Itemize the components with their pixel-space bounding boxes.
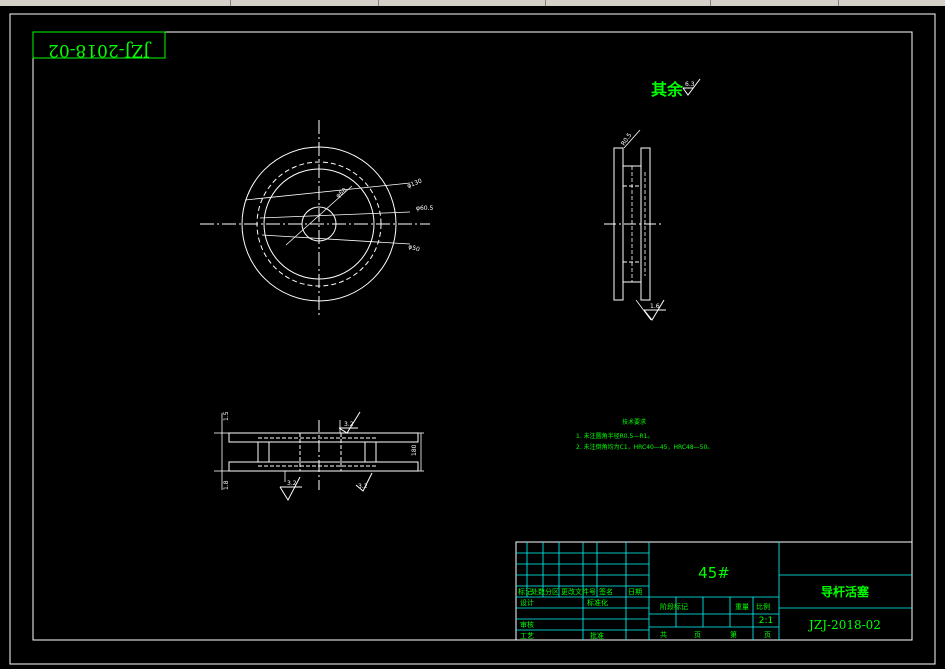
dim-1-5: 1.5 xyxy=(223,411,230,421)
roughness-mark-top: 3.2 xyxy=(344,421,354,428)
title-block-drawing-no: JZJ-2018-02 xyxy=(807,618,881,632)
header-process: 工艺 xyxy=(520,632,534,640)
header-scale: 比例 xyxy=(756,602,770,611)
header-sheet: 页 xyxy=(694,631,701,639)
sheet-inner-border xyxy=(32,31,913,641)
title-block-part-name: 导杆活塞 xyxy=(821,584,870,599)
header-review: 审核 xyxy=(520,620,534,629)
tech-req-item-2: 2. 未注倒角均为C1，HRC40—45，HRC48—50。 xyxy=(576,443,713,451)
dim-phi60-5: φ60.5 xyxy=(416,205,434,212)
mirrored-stamp-text: JZJ-2018-02 xyxy=(48,40,152,60)
roughness-general-value: 6.3 xyxy=(685,81,695,88)
drawing-sheet: JZJ-2018-02 其余 6.3 φ130 φ68 φ60.5 φ50 R0… xyxy=(9,13,936,665)
header-page: 页 xyxy=(764,631,771,639)
header-count: 处数 xyxy=(531,587,545,596)
header-approve: 批准 xyxy=(590,631,604,640)
header-mark: 标记 xyxy=(518,587,532,596)
cad-drawing-canvas[interactable]: JZJ-2018-02 其余 6.3 φ130 φ68 φ60.5 φ50 R0… xyxy=(0,6,945,669)
roughness-mark-small: 3.2 xyxy=(358,483,368,490)
header-weight: 重量 xyxy=(735,603,749,611)
title-block-scale-value: 2:1 xyxy=(759,616,773,626)
dim-phi130: φ130 xyxy=(406,178,423,190)
header-change-doc: 更改文件号 xyxy=(561,587,596,596)
header-date: 日期 xyxy=(628,588,642,596)
dim-phi68: φ68 xyxy=(335,187,349,200)
general-roughness-note: 其余 6.3 xyxy=(651,78,701,99)
tech-req-title: 技术要求 xyxy=(622,418,646,426)
front-view: φ130 φ68 φ60.5 φ50 xyxy=(200,120,434,318)
roughness-mark-bottom: 3.2 xyxy=(287,480,297,487)
dim-phi50: φ50 xyxy=(407,243,420,253)
header-stage-mark: 阶段标记 xyxy=(660,602,688,611)
header-design: 设计 xyxy=(520,598,534,607)
roughness-general-label: 其余 xyxy=(651,80,684,99)
roughness-mark-side: 1.6 xyxy=(650,303,660,310)
header-zone: 分区 xyxy=(545,587,559,596)
dim-1-8: 1.8 xyxy=(223,480,230,490)
sheet-outer-border xyxy=(9,13,936,665)
header-standardization: 标准化 xyxy=(587,598,608,607)
section-view: 1.5 1.8 180 3.2 3.2 3.2 xyxy=(214,411,424,502)
mirrored-number-stamp: JZJ-2018-02 xyxy=(32,31,166,60)
technical-requirements: 技术要求 1. 未注圆角半径R0.5—R1。 2. 未注倒角均为C1，HRC40… xyxy=(576,418,713,451)
tech-req-item-1: 1. 未注圆角半径R0.5—R1。 xyxy=(576,432,653,440)
dim-180: 180 xyxy=(411,444,418,456)
title-block: 45# 导杆活塞 JZJ-2018-02 2:1 标记 处数 分区 更改文件号 … xyxy=(515,541,913,641)
title-block-material: 45# xyxy=(698,564,730,582)
header-signature: 签名 xyxy=(599,587,613,596)
header-sheet-no: 第 xyxy=(730,630,737,639)
header-total-sheets: 共 xyxy=(660,630,667,639)
side-view: R0.5 1.6 xyxy=(604,129,666,321)
